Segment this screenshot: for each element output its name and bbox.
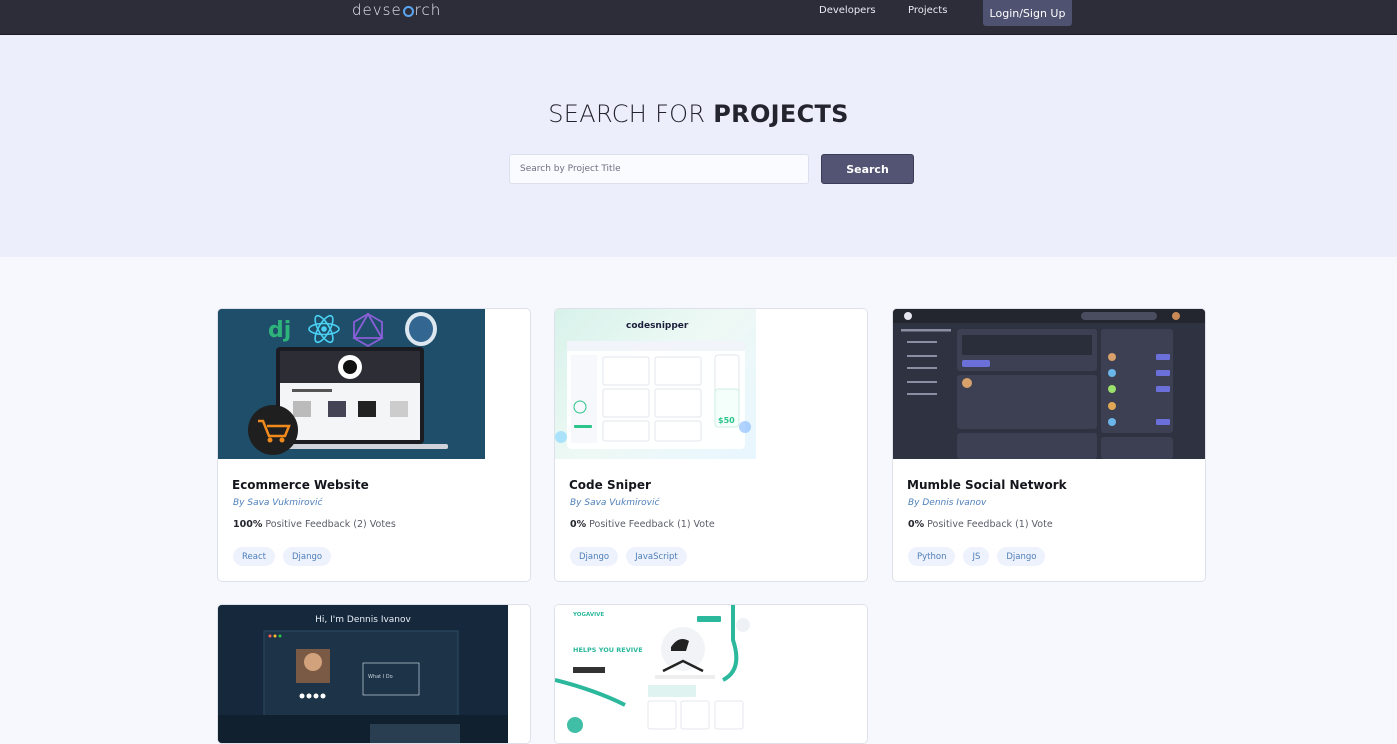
project-feedback: 0% Positive Feedback (1) Vote: [908, 519, 1053, 530]
logo-text-end: rch: [414, 1, 442, 19]
tag[interactable]: Django: [997, 547, 1046, 566]
thumb-brand: YOGAVIVE: [572, 612, 604, 618]
project-author[interactable]: By Dennis Ivanov: [908, 498, 986, 508]
project-author[interactable]: By Sava Vukmirović: [233, 498, 322, 508]
tag[interactable]: React: [233, 547, 275, 566]
tag[interactable]: Django: [570, 547, 619, 566]
tag[interactable]: JavaScript: [626, 547, 687, 566]
title-bold: PROJECTS: [713, 100, 849, 128]
search-button[interactable]: Search: [821, 154, 914, 184]
project-author[interactable]: By Sava Vukmirović: [570, 498, 659, 508]
portfolio-screenshot: Hi, I'm Dennis Ivanov What I Do: [218, 605, 508, 743]
login-signup-button[interactable]: Login/Sign Up: [983, 0, 1072, 26]
project-card[interactable]: codesnipper $50 Code Sniper By Sava Vukm…: [554, 308, 868, 582]
title-light: SEARCH FOR: [548, 100, 714, 128]
logo-text-start: devse: [352, 1, 402, 19]
feedback-percent: 0%: [570, 519, 587, 530]
project-title[interactable]: Code Sniper: [569, 478, 651, 492]
feedback-text: Positive Feedback (1) Vote: [586, 519, 715, 530]
tag[interactable]: Django: [282, 547, 332, 566]
ecommerce-screenshot: dj: [218, 309, 485, 459]
hero-section: SEARCH FOR PROJECTS Search: [0, 35, 1397, 257]
thumb-price: $50: [718, 416, 735, 425]
search-input[interactable]: [509, 154, 809, 184]
thumb-heading: Hi, I'm Dennis Ivanov: [315, 615, 411, 625]
thumb-brand: codesnipper: [626, 321, 689, 331]
project-title[interactable]: Mumble Social Network: [907, 478, 1067, 492]
codesniper-screenshot: codesnipper $50: [555, 321, 751, 449]
django-logo: dj: [268, 318, 291, 343]
project-card[interactable]: Mumble Social Network By Dennis Ivanov 0…: [892, 308, 1206, 582]
magnifier-icon: [402, 5, 414, 17]
tag-list: Django JavaScript: [570, 547, 687, 566]
tag-list: React Django: [233, 547, 332, 566]
tag[interactable]: Python: [908, 547, 956, 566]
feedback-text: Positive Feedback (2) Votes: [262, 519, 396, 530]
page-title: SEARCH FOR PROJECTS: [0, 100, 1397, 128]
logo[interactable]: devse rch: [352, 1, 441, 19]
thumb-heading: HELPS YOU REVIVE: [573, 646, 643, 654]
feedback-percent: 0%: [908, 519, 925, 530]
project-feedback: 0% Positive Feedback (1) Vote: [570, 519, 715, 530]
project-card[interactable]: Hi, I'm Dennis Ivanov What I Do: [217, 604, 531, 744]
tag[interactable]: JS: [963, 547, 990, 566]
top-navbar: devse rch Developers Projects Login/Sign…: [0, 0, 1397, 35]
project-feedback: 100% Positive Feedback (2) Votes: [233, 519, 396, 530]
feedback-text: Positive Feedback (1) Vote: [924, 519, 1053, 530]
yogavive-screenshot: YOGAVIVE HELPS YOU REVIVE: [555, 605, 756, 743]
mumble-screenshot: [893, 309, 1205, 459]
postgres-logo: [405, 312, 437, 346]
nav-projects-link[interactable]: Projects: [908, 5, 947, 16]
project-thumbnail: dj: [218, 309, 485, 459]
feedback-percent: 100%: [233, 519, 263, 530]
project-thumbnail: [893, 309, 1205, 459]
project-card[interactable]: dj Ecommerce Website By Sava Vukmirović …: [217, 308, 531, 582]
nav-developers-link[interactable]: Developers: [819, 5, 876, 16]
project-card[interactable]: YOGAVIVE HELPS YOU REVIVE: [554, 604, 868, 744]
tag-list: Python JS Django: [908, 547, 1046, 566]
project-thumbnail: YOGAVIVE HELPS YOU REVIVE: [555, 605, 756, 743]
thumb-whatido: What I Do: [368, 674, 393, 680]
project-title[interactable]: Ecommerce Website: [232, 478, 369, 492]
project-thumbnail: Hi, I'm Dennis Ivanov What I Do: [218, 605, 508, 743]
project-thumbnail: codesnipper $50: [555, 309, 756, 459]
